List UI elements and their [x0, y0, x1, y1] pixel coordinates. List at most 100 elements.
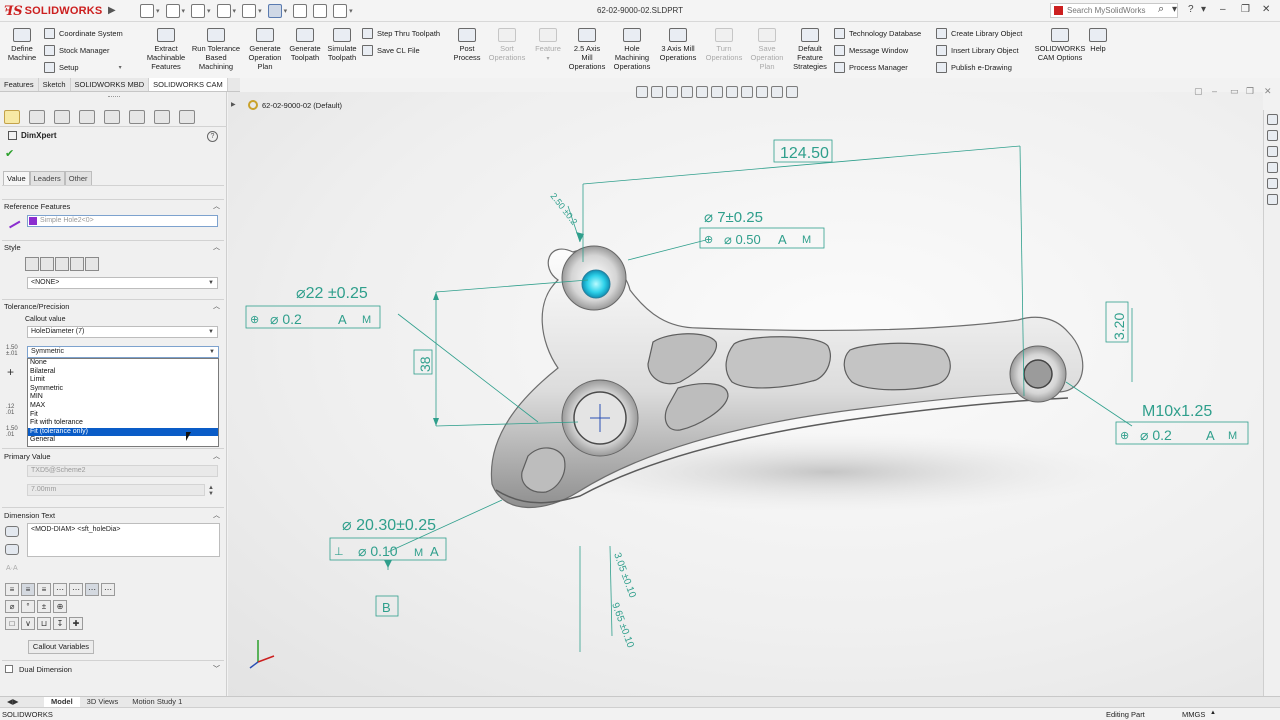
dual-dimension-checkbox[interactable] [5, 665, 13, 673]
fcf-7-datum-a[interactable]: A [778, 232, 787, 247]
property-manager-icon[interactable] [29, 109, 45, 124]
tab-3d-views[interactable]: 3D Views [80, 697, 126, 707]
file-explorer-icon[interactable] [1267, 146, 1278, 157]
design-library-icon[interactable] [1267, 130, 1278, 141]
subtab-other[interactable]: Other [64, 171, 92, 185]
fcf-7-tol[interactable]: ⌀ 0.50 [724, 232, 761, 247]
end-hole[interactable] [1023, 359, 1053, 389]
callout-value-select[interactable]: HoleDiameter (7) ▼ [27, 326, 218, 338]
fcf-7-mmc[interactable]: M [802, 234, 811, 246]
ok-check-icon[interactable]: ✔ [5, 147, 14, 160]
appearances-icon[interactable] [1267, 178, 1278, 189]
collapse-chevron-icon[interactable]: ︿ [213, 451, 220, 461]
save-style-icon[interactable] [85, 257, 99, 271]
previous-view-icon[interactable] [666, 86, 678, 98]
dim-38[interactable]: 38 [417, 356, 433, 372]
cam-options-button[interactable]: SOLIDWORKS CAM Options [1034, 28, 1086, 62]
status-units[interactable]: MMGS [1182, 710, 1205, 719]
format-icon[interactable]: ⋯ [69, 583, 83, 596]
restore-icon[interactable]: ❐ [1241, 4, 1250, 15]
scroll-arrows-icon[interactable]: ◀▶ [0, 697, 44, 707]
search-input[interactable] [1067, 6, 1157, 15]
collapse-chevron-icon[interactable]: ︿ [213, 510, 220, 520]
option-fit[interactable]: Fit [28, 411, 218, 420]
sort-operations-button[interactable]: Sort Operations [486, 28, 528, 62]
tab-solidworks-cam[interactable]: SOLIDWORKS CAM [149, 78, 228, 91]
update-style-icon[interactable] [55, 257, 69, 271]
option-none[interactable]: None [28, 359, 218, 368]
save-operation-plan-button[interactable]: Save Operation Plan [748, 28, 786, 71]
help-button[interactable]: Help [1086, 28, 1110, 53]
centerline-symbol-icon[interactable]: ⊕ [53, 600, 67, 613]
generate-toolpath-button[interactable]: Generate Toolpath [286, 28, 324, 62]
2-5-axis-mill-operations-button[interactable]: 2.5 Axis Mill Operations [566, 28, 608, 71]
cam-tool-tree-icon[interactable] [179, 109, 195, 124]
reference-features-header[interactable]: Reference Features [4, 202, 70, 211]
fcf-22-datum-a[interactable]: A [338, 312, 347, 327]
3-axis-mill-operations-button[interactable]: 3 Axis Mill Operations [656, 28, 700, 62]
delete-style-icon[interactable] [70, 257, 84, 271]
save-cl-file-button[interactable]: Save CL File [362, 44, 420, 57]
primary-value-field[interactable]: 7.00mm [27, 484, 205, 496]
fcf-22-tol[interactable]: ⌀ 0.2 [270, 311, 302, 327]
define-machine-button[interactable]: Define Machine [6, 28, 38, 62]
more-symbols-icon[interactable]: ✚ [69, 617, 83, 630]
counterbore-symbol-icon[interactable]: ⊔ [37, 617, 51, 630]
graphics-area[interactable]: ▶ 62-02-9000-02 (Default) 124.50 2.50 ±0… [228, 92, 1263, 696]
publish-edrawing-button[interactable]: Publish e-Drawing [936, 61, 1012, 74]
generate-operation-plan-button[interactable]: Generate Operation Plan [245, 28, 285, 71]
spin-arrows-icon[interactable]: ▲ ▼ [208, 485, 214, 497]
display-manager-icon[interactable] [104, 109, 120, 124]
dim-3-05[interactable]: 3.05 ±0.10 [611, 551, 638, 600]
collapse-chevron-icon[interactable]: ︿ [213, 242, 220, 252]
close-icon[interactable]: ✕ [1262, 4, 1270, 15]
dim-124[interactable]: 124.50 [780, 145, 829, 162]
subtab-leaders[interactable]: Leaders [29, 171, 65, 185]
square-symbol-icon[interactable]: □ [5, 617, 19, 630]
search-icon[interactable]: ⌕ [1158, 3, 1164, 16]
datum-b[interactable]: B [382, 600, 391, 615]
units-caret-icon[interactable]: ▲ [1210, 710, 1216, 716]
hole-machining-operations-button[interactable]: Hole Machining Operations [610, 28, 654, 71]
dimension-text-link-icon[interactable] [5, 526, 19, 537]
solidworks-resources-icon[interactable] [1267, 114, 1278, 125]
fcf-m10-tol[interactable]: ⌀ 0.2 [1140, 427, 1172, 443]
zoom-to-fit-icon[interactable] [636, 86, 648, 98]
fcf-m10-datum-a[interactable]: A [1206, 428, 1215, 443]
tab-features[interactable]: Features [0, 78, 39, 91]
option-max[interactable]: MAX [28, 402, 218, 411]
turn-operations-button[interactable]: Turn Operations [702, 28, 746, 62]
collapse-chevron-icon[interactable]: ︿ [213, 201, 220, 211]
view-orientation-icon[interactable] [711, 86, 723, 98]
default-feature-strategies-button[interactable]: Default Feature Strategies [790, 28, 830, 71]
cam-operation-tree-icon[interactable] [154, 109, 170, 124]
selected-hole[interactable] [581, 269, 611, 299]
primary-value-name-field[interactable]: TXD5@Scheme2 [27, 465, 218, 477]
callout-variables-button[interactable]: Callout Variables [28, 640, 94, 654]
tab-model[interactable]: Model [44, 697, 80, 707]
plus-minus-symbol-icon[interactable]: ± [37, 600, 51, 613]
apply-scene-icon[interactable] [771, 86, 783, 98]
align-right-icon[interactable]: ≡ [37, 583, 51, 596]
run-tolerance-based-machining-button[interactable]: Run Tolerance Based Machining [190, 28, 242, 71]
format-icon[interactable]: ⋯ [101, 583, 115, 596]
dim-3-20[interactable]: 3.20 [1111, 313, 1127, 340]
tab-sketch[interactable]: Sketch [39, 78, 71, 91]
depth-symbol-icon[interactable]: ↧ [53, 617, 67, 630]
style-header[interactable]: Style [4, 243, 21, 252]
zoom-to-area-icon[interactable] [651, 86, 663, 98]
reference-features-field[interactable]: Simple Hole2<0> [27, 215, 218, 227]
format-icon[interactable]: ⋯ [53, 583, 67, 596]
cam-feature-tree-icon[interactable] [129, 109, 145, 124]
tab-solidworks-mbd[interactable]: SOLIDWORKS MBD [71, 78, 150, 91]
help-icon[interactable]: ? [1188, 4, 1194, 15]
message-window-button[interactable]: Message Window [834, 44, 908, 57]
configuration-manager-icon[interactable] [54, 109, 70, 124]
fcf-20-tol[interactable]: ⌀ 0.10 [358, 543, 398, 559]
custom-properties-icon[interactable] [1267, 194, 1278, 205]
expand-chevron-icon[interactable]: ﹀ [213, 664, 220, 674]
technology-database-button[interactable]: Technology Database [834, 27, 921, 40]
extract-machinable-features-button[interactable]: Extract Machinable Features [142, 28, 190, 71]
tolerance-precision-header[interactable]: Tolerance/Precision [4, 302, 69, 311]
dim-m10[interactable]: M10x1.25 [1142, 403, 1212, 420]
